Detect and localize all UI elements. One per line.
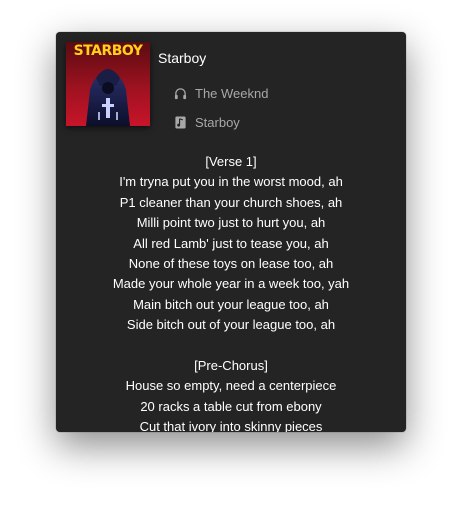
lyric-line: None of these toys on lease too, ah [128,256,334,272]
lyric-line: House so empty, need a centerpiece [125,378,337,394]
headphones-icon [174,88,187,100]
track-header: STARBOY Starboy The Weeknd Starboy [66,42,396,130]
lyric-line: Main bitch out your league too, ah [133,296,329,312]
artist-name: The Weeknd [195,86,269,101]
album-cover: STARBOY [66,42,150,126]
lyric-line: All red Lamb' just to tease you, ah [133,235,329,251]
album-name: Starboy [195,115,240,130]
music-note-icon [175,116,186,129]
lyrics-section-heading: [Verse 1] [205,154,257,169]
lyrics-section-heading: [Pre-Chorus] [194,358,268,374]
lyric-line: I'm tryna put you in the worst mood, ah [119,174,343,190]
lyric-line: Made your whole year in a week too, yah [112,276,350,292]
lyric-line: Milli point two just to hurt you, ah [136,215,326,231]
lyric-line: 20 racks a table cut from ebony [140,398,322,414]
lyric-line: P1 cleaner than your church shoes, ah [119,194,343,210]
lyrics-window: STARBOY Starboy The Weeknd Starboy [Vers… [56,32,406,432]
cover-wordmark: STARBOY [73,43,143,59]
artist-row[interactable]: The Weeknd [174,86,268,101]
album-row[interactable]: Starboy [174,115,240,130]
lyrics-spacer [56,336,406,356]
track-title: Starboy [158,50,207,66]
lyric-line: Cut that ivory into skinny pieces [139,419,323,432]
lyric-line: Side bitch out of your league too, ah [126,317,336,333]
lyrics-body: [Verse 1] I'm tryna put you in the worst… [56,152,406,432]
